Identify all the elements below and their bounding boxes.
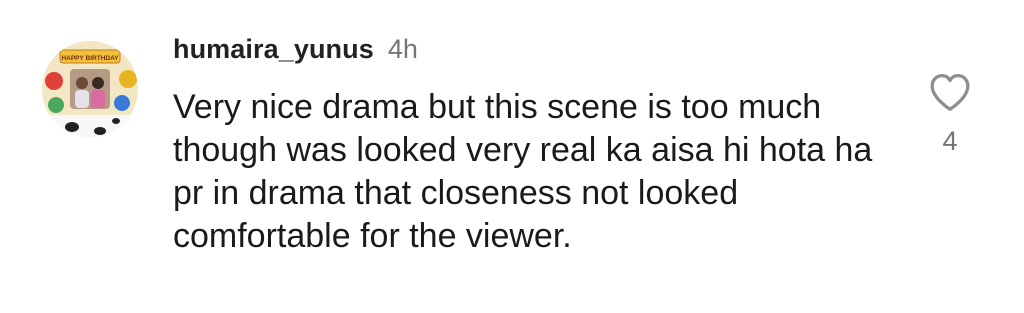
like-button[interactable] <box>926 72 974 112</box>
comment-text: Very nice drama but this scene is too mu… <box>173 88 873 255</box>
comment-timestamp: 4h <box>387 34 418 64</box>
like-count: 4 <box>942 126 958 156</box>
comment-header: humaira_yunus 4h <box>173 34 418 74</box>
avatar[interactable]: HAPPY BIRTHDAY <box>42 41 138 137</box>
comment-item: HAPPY BIRTHDAY humaira_yunus 4h Very nic… <box>0 0 1024 313</box>
like-control: 4 <box>926 72 974 172</box>
avatar-image: HAPPY BIRTHDAY <box>42 41 138 137</box>
heart-outline-icon[interactable] <box>928 72 972 112</box>
avatar-banner-text: HAPPY BIRTHDAY <box>61 55 119 62</box>
username-link[interactable]: humaira_yunus <box>173 34 374 65</box>
